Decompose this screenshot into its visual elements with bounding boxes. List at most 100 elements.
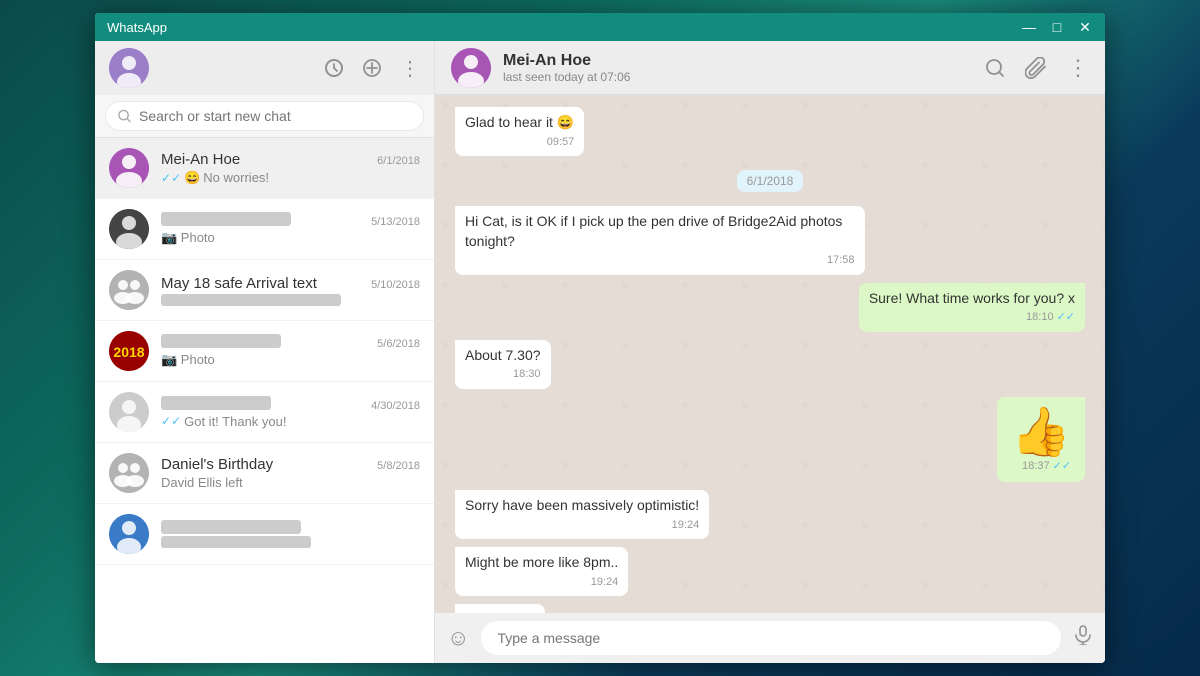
avatar [109,270,149,310]
msg-text: Might be more like 8pm.. [465,553,618,573]
msg-text: Hi Cat, is it OK if I pick up the pen dr… [465,212,855,251]
msg-time: 09:57 [547,135,575,150]
msg-text: Sorry have been massively optimistic! [465,496,699,516]
message-row: About 7.30? 18:30 [455,340,1085,389]
app-body: ⋮ [95,41,1105,663]
preview-text [161,536,311,548]
list-item[interactable]: 4/30/2018 ✓✓ Got it! Thank you! [95,382,434,443]
more-options-icon[interactable]: ⋮ [1067,55,1089,81]
date-separator: 6/1/2018 [455,170,1085,192]
msg-bubble: Might be more like 8pm.. 19:24 [455,547,628,596]
chat-date: 5/13/2018 [371,216,420,228]
list-item[interactable]: May 18 safe Arrival text 5/10/2018 [95,260,434,321]
messages-area: Glad to hear it 😄 09:57 6/1/2018 Hi Cat,… [435,95,1105,613]
chat-info [161,520,420,548]
msg-ticks: ✓✓ [1053,461,1071,472]
chat-name [161,520,301,534]
chat-name [161,212,291,226]
chat-date: 5/10/2018 [371,279,420,291]
msg-time: 18:37 [1022,461,1050,472]
chat-header-info[interactable]: Mei-An Hoe last seen today at 07:06 [503,52,973,84]
msg-time: 19:24 [672,518,700,533]
chat-header: Mei-An Hoe last seen today at 07:06 [435,41,1105,95]
chat-preview: 📷 Photo [161,230,420,246]
chat-preview: 📷 Photo [161,352,420,368]
list-item[interactable]: 2018 5/6/2018 📷 Photo [95,321,434,382]
search-bar [95,95,434,138]
preview-text: No worries! [203,170,269,185]
avatar [109,392,149,432]
more-options-icon[interactable]: ⋮ [400,56,420,81]
chat-preview [161,294,420,306]
message-row: Is that OK? 19:24 [455,604,1085,613]
msg-bubble: 👍 18:37 ✓✓ [997,397,1085,483]
left-header: ⋮ [95,41,434,95]
msg-meta: 17:58 [465,253,855,268]
microphone-button[interactable] [1073,625,1093,651]
chat-preview: David Ellis left [161,475,420,490]
chat-date: 5/8/2018 [377,460,420,472]
message-row: Glad to hear it 😄 09:57 [455,107,1085,156]
msg-text: Glad to hear it 😄 [465,113,574,133]
msg-bubble: Sure! What time works for you? x 18:10 ✓… [859,283,1085,332]
contact-name: Mei-An Hoe [503,52,973,70]
msg-time: 18:10 [1026,310,1054,325]
list-item[interactable]: Daniel's Birthday 5/8/2018 David Ellis l… [95,443,434,504]
msg-time: 18:30 [513,367,541,382]
tick-icon: ✓✓ [161,171,181,185]
msg-text: Is that OK? [465,610,535,613]
contact-avatar[interactable] [451,48,491,88]
window-controls: — □ ✕ [1021,20,1093,34]
maximize-button[interactable]: □ [1049,20,1065,34]
new-chat-icon[interactable] [362,58,382,78]
search-chat-icon[interactable] [985,58,1005,78]
contact-status: last seen today at 07:06 [503,70,973,84]
list-item[interactable] [95,504,434,565]
msg-bubble: About 7.30? 18:30 [455,340,551,389]
msg-meta: 18:30 [465,367,541,382]
preview-emoji: 😄 [184,170,200,186]
chat-preview: ✓✓ Got it! Thank you! [161,414,420,429]
msg-time: 17:58 [827,253,855,268]
chat-header-icons: ⋮ [985,55,1089,81]
user-avatar[interactable] [109,48,149,88]
list-item[interactable]: 5/13/2018 📷 Photo [95,199,434,260]
status-icon[interactable] [324,58,344,78]
chat-info: 4/30/2018 ✓✓ Got it! Thank you! [161,396,420,429]
close-button[interactable]: ✕ [1077,20,1093,34]
message-row: Might be more like 8pm.. 19:24 [455,547,1085,596]
chat-name: Mei-An Hoe [161,151,240,168]
msg-meta: 19:24 [465,518,699,533]
minimize-button[interactable]: — [1021,20,1037,34]
svg-text:2018: 2018 [113,344,144,360]
avatar [109,209,149,249]
app-window: WhatsApp — □ ✕ [95,13,1105,663]
search-input[interactable] [139,108,411,124]
msg-meta: 18:10 ✓✓ [869,310,1075,325]
msg-bubble: Glad to hear it 😄 09:57 [455,107,584,156]
msg-bubble: Is that OK? 19:24 [455,604,545,613]
msg-meta: 19:24 [465,575,618,590]
chat-preview [161,536,420,548]
msg-text: 👍 [1011,407,1071,460]
avatar [109,514,149,554]
msg-meta: 09:57 [465,135,574,150]
emoji-button[interactable]: ☺ [447,625,469,651]
avatar [109,453,149,493]
attach-icon[interactable] [1025,57,1047,79]
tick-icon: ✓✓ [161,414,181,428]
preview-text: 📷 Photo [161,352,215,368]
msg-bubble: Sorry have been massively optimistic! 19… [455,490,709,539]
msg-time: 19:24 [591,575,619,590]
chat-date: 6/1/2018 [377,155,420,167]
chat-info: Daniel's Birthday 5/8/2018 David Ellis l… [161,456,420,490]
chat-preview: ✓✓ 😄 No worries! [161,170,420,186]
left-header-icons: ⋮ [324,56,420,81]
message-row: Hi Cat, is it OK if I pick up the pen dr… [455,206,1085,275]
list-item[interactable]: Mei-An Hoe 6/1/2018 ✓✓ 😄 No worries! [95,138,434,199]
preview-text: Got it! Thank you! [184,414,286,429]
message-input[interactable] [481,621,1061,655]
search-inner [105,101,424,131]
message-row: Sure! What time works for you? x 18:10 ✓… [455,283,1085,332]
chat-info: May 18 safe Arrival text 5/10/2018 [161,275,420,306]
